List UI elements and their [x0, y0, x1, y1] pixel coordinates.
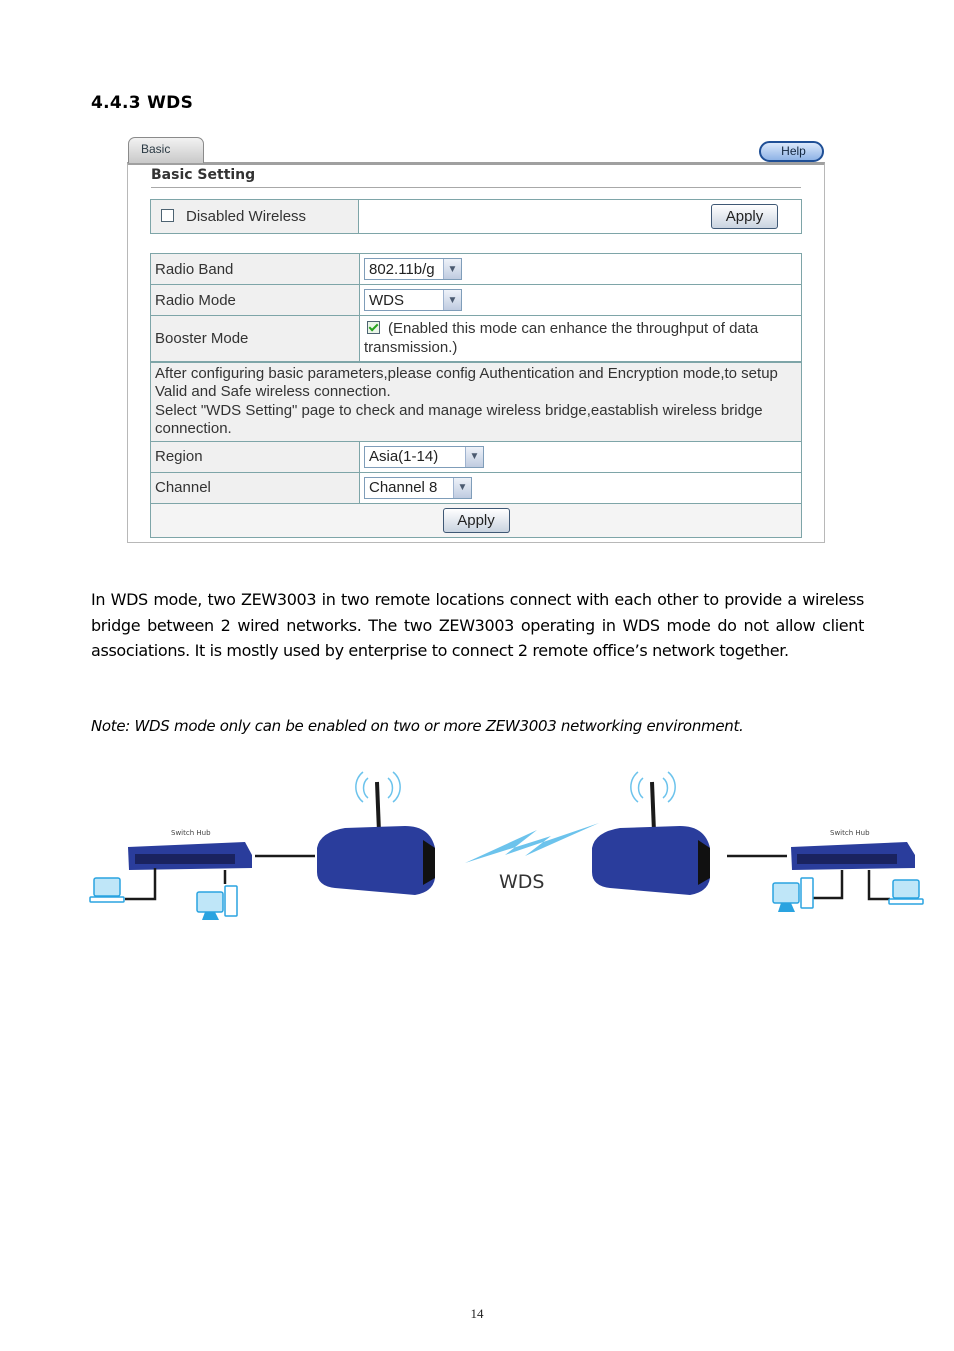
- apply-cell: Apply: [358, 199, 802, 234]
- right-laptop-icon: [888, 879, 924, 905]
- apply-row-cell: Apply: [150, 502, 802, 538]
- page-number: 14: [470, 1306, 484, 1321]
- radio-band-select[interactable]: 802.11b/g ▼: [364, 258, 462, 280]
- hub-ports: [797, 854, 897, 864]
- info-text-auth: After configuring basic parameters,pleas…: [155, 364, 778, 401]
- radio-mode-select[interactable]: WDS ▼: [364, 289, 462, 311]
- radio-band-label: Radio Band: [150, 253, 360, 285]
- left-desktop-icon: [196, 885, 238, 920]
- chevron-down-icon: ▼: [443, 259, 461, 279]
- row-channel: Channel Channel 8 ▼: [150, 471, 802, 504]
- router-body: [317, 826, 435, 895]
- right-switch-hub: Switch Hub: [791, 829, 915, 870]
- chevron-down-icon: ▼: [443, 290, 461, 310]
- wds-link: WDS: [465, 823, 599, 893]
- row-radio-mode: Radio Mode WDS ▼: [150, 284, 802, 316]
- disabled-wireless-label: Disabled Wireless: [186, 208, 307, 225]
- chevron-down-icon: ▼: [465, 446, 483, 467]
- chevron-down-icon: ▼: [453, 477, 471, 498]
- radio-mode-label: Radio Mode: [150, 284, 360, 316]
- lightning-icon: [465, 823, 599, 863]
- row-info: After configuring basic parameters,pleas…: [150, 360, 802, 442]
- apply-button[interactable]: Apply: [442, 507, 510, 533]
- router-body: [592, 826, 710, 895]
- booster-mode-label: Booster Mode: [150, 315, 360, 362]
- channel-label: Channel: [150, 471, 360, 504]
- radio-mode-value: WDS: [369, 291, 404, 309]
- radio-band-value: 802.11b/g: [369, 260, 435, 278]
- right-router: [592, 771, 710, 895]
- description-paragraph: In WDS mode, two ZEW3003 in two remote l…: [91, 590, 864, 660]
- tab-basic[interactable]: Basic: [128, 137, 204, 163]
- region-cell: Asia(1-14) ▼: [359, 440, 802, 473]
- left-laptop-icon: [89, 877, 125, 903]
- antenna: [650, 781, 656, 833]
- row-radio-band: Radio Band 802.11b/g ▼: [150, 253, 802, 285]
- channel-cell: Channel 8 ▼: [359, 471, 802, 504]
- wireless-config-table: Radio Band 802.11b/g ▼ Radio Mode WDS ▼ Bo…: [150, 253, 802, 538]
- channel-value: Channel 8: [369, 479, 438, 496]
- channel-select[interactable]: Channel 8 ▼: [364, 476, 472, 499]
- info-cell: After configuring basic parameters,pleas…: [150, 360, 802, 442]
- booster-mode-checkbox[interactable]: [367, 321, 380, 335]
- help-button[interactable]: Help: [759, 141, 824, 162]
- left-hub-label: Switch Hub: [171, 829, 211, 837]
- row-apply: Apply: [150, 502, 802, 538]
- disable-wireless-table: Disabled Wireless Apply: [150, 199, 802, 234]
- left-router: [317, 771, 435, 895]
- disabled-wireless-checkbox[interactable]: [161, 209, 174, 222]
- region-value: Asia(1-14): [369, 448, 439, 465]
- antenna: [375, 781, 381, 833]
- region-select[interactable]: Asia(1-14) ▼: [364, 445, 484, 468]
- booster-mode-description: (Enabled this mode can enhance the throu…: [364, 320, 759, 357]
- right-hub-label: Switch Hub: [830, 829, 870, 837]
- left-switch-hub: Switch Hub: [128, 829, 252, 870]
- booster-mode-cell: (Enabled this mode can enhance the throu…: [359, 315, 802, 362]
- section-title: Basic Setting: [151, 167, 256, 183]
- wds-link-label: WDS: [499, 871, 544, 893]
- info-text-wds: Select "WDS Setting" page to check and m…: [155, 401, 763, 438]
- section-divider: [151, 187, 801, 188]
- radio-mode-cell: WDS ▼: [359, 284, 802, 316]
- note-text: Note: WDS mode only can be enabled on tw…: [91, 717, 744, 735]
- wds-network-diagram: Switch Hub WDS Switch Hub: [89, 771, 924, 920]
- apply-button-top[interactable]: Apply: [711, 204, 778, 229]
- row-booster-mode: Booster Mode (Enabled this mode can enha…: [150, 315, 802, 362]
- section-heading: 4.4.3 WDS: [91, 93, 194, 113]
- row-region: Region Asia(1-14) ▼: [150, 440, 802, 473]
- disabled-wireless-cell: Disabled Wireless: [150, 199, 359, 234]
- radio-band-cell: 802.11b/g ▼: [359, 253, 802, 285]
- right-desktop-icon: [772, 877, 814, 912]
- hub-ports: [135, 854, 235, 864]
- region-label: Region: [150, 440, 360, 473]
